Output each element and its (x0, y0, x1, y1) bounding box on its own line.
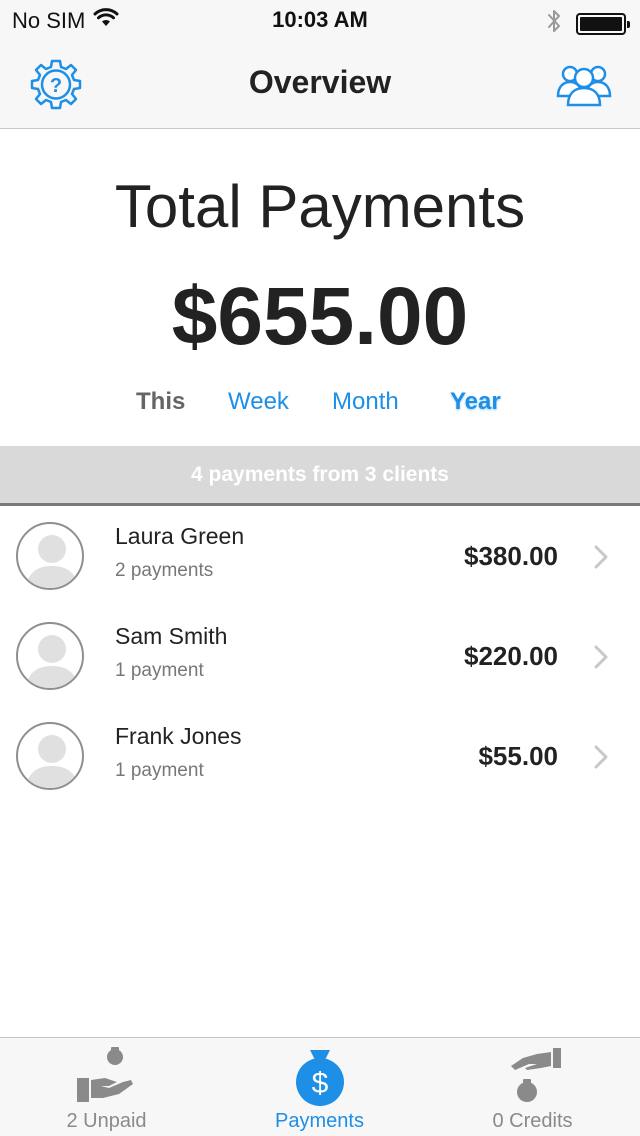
page-title: Overview (248, 64, 392, 100)
section-header-text: 4 payments from 3 clients (191, 462, 449, 486)
dollar-bag-icon: $ (295, 1050, 344, 1106)
total-amount: $655.00 (171, 271, 469, 362)
client-name: Laura Green (115, 523, 245, 549)
client-row[interactable]: Laura Green 2 payments $380.00 (0, 507, 640, 607)
section-header: 4 payments from 3 clients (0, 446, 640, 506)
period-month-button[interactable]: Month (332, 388, 399, 416)
hand-moneybag-icon (76, 1047, 133, 1102)
period-week-button[interactable]: Week (228, 388, 289, 416)
status-time: 10:03 AM (272, 7, 368, 32)
summary-title: Total Payments (114, 173, 526, 240)
tab-label: 2 Unpaid (66, 1110, 147, 1132)
status-bar: No SIM 10:03 AM (0, 0, 640, 40)
battery-fill (580, 16, 622, 31)
navigation-bar: ? Overview (0, 40, 640, 129)
client-payment-count: 1 payment (115, 660, 204, 681)
client-amount: $220.00 (464, 641, 558, 671)
client-row[interactable]: Frank Jones 1 payment $55.00 (0, 707, 640, 807)
period-selector: This Week Month Year (0, 388, 640, 422)
client-name: Frank Jones (115, 723, 242, 749)
hand-drop-bag-icon (510, 1048, 561, 1102)
svg-text:$: $ (311, 1067, 328, 1100)
clients-button[interactable] (556, 56, 612, 112)
period-label: This (136, 388, 186, 415)
client-amount: $380.00 (464, 541, 558, 571)
tab-label: 0 Credits (492, 1110, 573, 1132)
tab-bar: 2 Unpaid $ Payments 0 Credits (0, 1037, 640, 1136)
battery-icon (576, 12, 630, 35)
chevron-right-icon (594, 645, 608, 669)
chevron-right-icon (594, 545, 608, 569)
client-payment-count: 1 payment (115, 760, 204, 781)
tab-credits[interactable]: 0 Credits (426, 1038, 639, 1136)
avatar (16, 722, 84, 790)
tab-payments[interactable]: $ Payments (213, 1038, 426, 1136)
client-payment-count: 2 payments (115, 560, 214, 581)
client-name: Sam Smith (115, 623, 228, 649)
period-year-button[interactable]: Year (450, 388, 501, 416)
tab-label: Payments (275, 1110, 364, 1132)
client-row[interactable]: Sam Smith 1 payment $220.00 (0, 607, 640, 707)
avatar (16, 522, 84, 590)
bluetooth-icon (546, 8, 562, 39)
avatar (16, 622, 84, 690)
tab-unpaid[interactable]: 2 Unpaid (0, 1038, 213, 1136)
users-group-icon (556, 65, 612, 107)
status-right (546, 8, 630, 39)
chevron-right-icon (594, 745, 608, 769)
client-list: Laura Green 2 payments $380.00 Sam Smith… (0, 507, 640, 807)
client-amount: $55.00 (478, 741, 558, 771)
